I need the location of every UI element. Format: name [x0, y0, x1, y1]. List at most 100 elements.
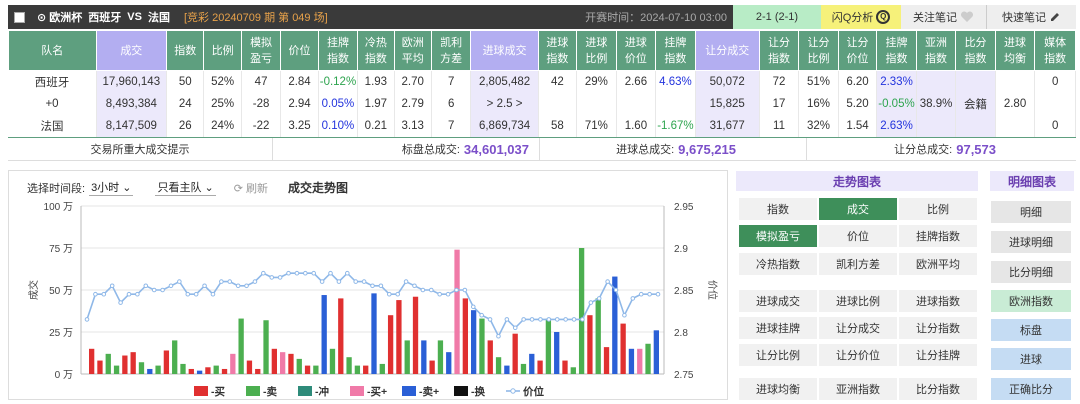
column-header[interactable]: 冷热 指数	[357, 30, 395, 71]
chart-bar	[354, 365, 361, 374]
price-point	[126, 291, 132, 297]
chart-bar	[321, 295, 327, 374]
trend-chart-button[interactable]: 进球挂牌	[739, 317, 817, 339]
chart-bar	[188, 368, 194, 374]
column-header[interactable]: 进球 指数	[537, 30, 578, 71]
trend-chart-button[interactable]: 让分指数	[899, 317, 977, 339]
trend-chart-button[interactable]: 凯利方差	[819, 253, 897, 275]
table-cell: 2.63%	[876, 114, 917, 137]
column-header[interactable]: 让分 比例	[798, 30, 839, 71]
detail-chart-button[interactable]: 欧洲指数	[991, 290, 1071, 312]
y-tick-label: 25 万	[49, 328, 73, 339]
column-header[interactable]: 让分 指数	[758, 30, 800, 71]
detail-chart-button[interactable]: 比分明细	[991, 261, 1071, 283]
trend-chart-button[interactable]: 进球指数	[899, 290, 977, 312]
trend-chart-button[interactable]: 让分成交	[819, 317, 897, 339]
column-header[interactable]: 进球成交	[470, 30, 539, 71]
chart-bar	[653, 330, 659, 374]
trend-chart-button[interactable]: 进球比例	[819, 290, 897, 312]
trend-chart-button[interactable]: 让分价位	[819, 344, 897, 366]
follow-notes-button[interactable]: 关注笔记	[901, 5, 987, 29]
column-header[interactable]: 进球 价位	[615, 30, 657, 71]
price-point	[521, 317, 526, 322]
table-cell: 42	[538, 70, 578, 93]
chart-bar	[213, 365, 219, 374]
column-header[interactable]: 挂牌 指数	[655, 30, 696, 71]
table-cell: 会籍	[955, 92, 996, 115]
column-header[interactable]: 挂牌 指数	[876, 30, 917, 71]
quick-notes-button[interactable]: 快速笔记	[987, 5, 1076, 29]
quick-notes-label: 快速笔记	[1002, 12, 1046, 24]
table-cell: 2.80	[995, 92, 1036, 115]
chart-bar	[263, 320, 269, 374]
column-header[interactable]: 亚洲 指数	[915, 30, 957, 71]
trend-chart-button[interactable]: 冷热指数	[739, 253, 817, 275]
flash-analysis-button[interactable]: 闪Q分析 Q	[821, 5, 901, 29]
legend-label: -卖+	[419, 385, 439, 398]
column-header[interactable]: 指数	[166, 30, 205, 71]
trend-chart-button[interactable]: 让分比例	[739, 344, 817, 366]
table-cell: 29%	[576, 70, 617, 93]
detail-chart-button[interactable]: 标盘	[991, 319, 1071, 341]
trend-chart-button[interactable]: 成交	[819, 198, 897, 220]
column-header[interactable]: 进球 均衡	[994, 30, 1036, 71]
column-header[interactable]: 模拟 盈亏	[240, 30, 282, 71]
trend-chart-button[interactable]: 价位	[819, 225, 897, 247]
trend-chart-button[interactable]: 亚洲指数	[819, 378, 897, 400]
table-cell: 38.9%	[916, 92, 957, 115]
refresh-button[interactable]: ⟳ 刷新	[234, 180, 268, 196]
trend-chart-button[interactable]: 进球成交	[739, 290, 817, 312]
column-header[interactable]: 比分 指数	[955, 30, 996, 71]
q-icon: Q	[876, 10, 891, 24]
table-cell: 3.25	[280, 114, 319, 137]
price-point	[378, 283, 384, 289]
column-header[interactable]: 媒体 指数	[1034, 30, 1076, 71]
table-cell: 24%	[203, 114, 242, 137]
trend-chart-button[interactable]: 比分指数	[899, 378, 977, 400]
price-point	[252, 279, 258, 284]
trend-chart-button[interactable]: 指数	[739, 198, 817, 220]
odds-table: 队名 成交 指数 比例 模拟 盈亏 价位 挂牌 指数 冷热 指数 欧洲 平均 凯利 方差 进球成交 进球 指数 进球…	[8, 30, 1076, 137]
detail-chart-button[interactable]: 正确比分	[991, 378, 1071, 400]
trend-chart-button[interactable]: 模拟盈亏	[739, 225, 817, 247]
chart-bar	[603, 347, 610, 374]
price-point	[277, 275, 283, 280]
chart-bar	[462, 298, 468, 374]
column-header[interactable]: 欧洲 平均	[393, 30, 432, 71]
major-trade-hint[interactable]: 交易所重大成交提示	[8, 138, 273, 160]
price-point	[613, 287, 619, 293]
period-select[interactable]: 3小时 ⌄	[89, 179, 134, 196]
detail-chart-header: 明细图表	[990, 171, 1074, 191]
detail-chart-button[interactable]: 进球	[991, 348, 1071, 370]
y2-axis-label: 价位	[706, 280, 719, 300]
table-cell: 2,805,482	[470, 70, 539, 93]
table-cell: 7	[431, 70, 472, 93]
column-header[interactable]: 成交	[95, 30, 168, 71]
team-filter-select[interactable]: 只看主队 ⌄	[155, 179, 216, 196]
trend-chart-button[interactable]: 进球均衡	[739, 378, 817, 400]
column-header[interactable]: 让分成交	[694, 30, 760, 71]
chart-bar	[454, 249, 460, 374]
table-cell: 0.10%	[318, 114, 359, 137]
table-cell: 8,147,509	[96, 114, 168, 137]
detail-chart-button[interactable]: 进球明细	[991, 231, 1071, 253]
select-checkbox[interactable]	[14, 11, 25, 23]
trend-chart-button[interactable]: 比例	[899, 198, 977, 220]
chart-bar	[329, 348, 336, 374]
table-cell: 24	[166, 92, 205, 115]
column-header[interactable]: 挂牌 指数	[317, 30, 359, 71]
legend-label: -卖	[263, 385, 277, 398]
column-header[interactable]: 凯利 方差	[430, 30, 472, 71]
trend-chart-button[interactable]: 让分挂牌	[899, 344, 977, 366]
detail-chart-button[interactable]: 明细	[991, 201, 1071, 223]
column-header[interactable]: 比例	[203, 30, 242, 71]
trend-chart-button[interactable]: 挂牌指数	[899, 225, 977, 247]
column-header[interactable]: 进球 比例	[576, 30, 617, 71]
price-point	[151, 287, 157, 293]
trend-chart-button[interactable]: 欧洲平均	[899, 253, 977, 275]
summary-row: 交易所重大成交提示 标盘总成交: 34,601,037 进球总成交: 9,675…	[8, 137, 1076, 161]
column-header[interactable]: 队名	[8, 30, 97, 71]
column-header[interactable]: 让分 价位	[837, 30, 878, 71]
column-header[interactable]: 价位	[280, 30, 319, 71]
price-point	[655, 291, 661, 297]
